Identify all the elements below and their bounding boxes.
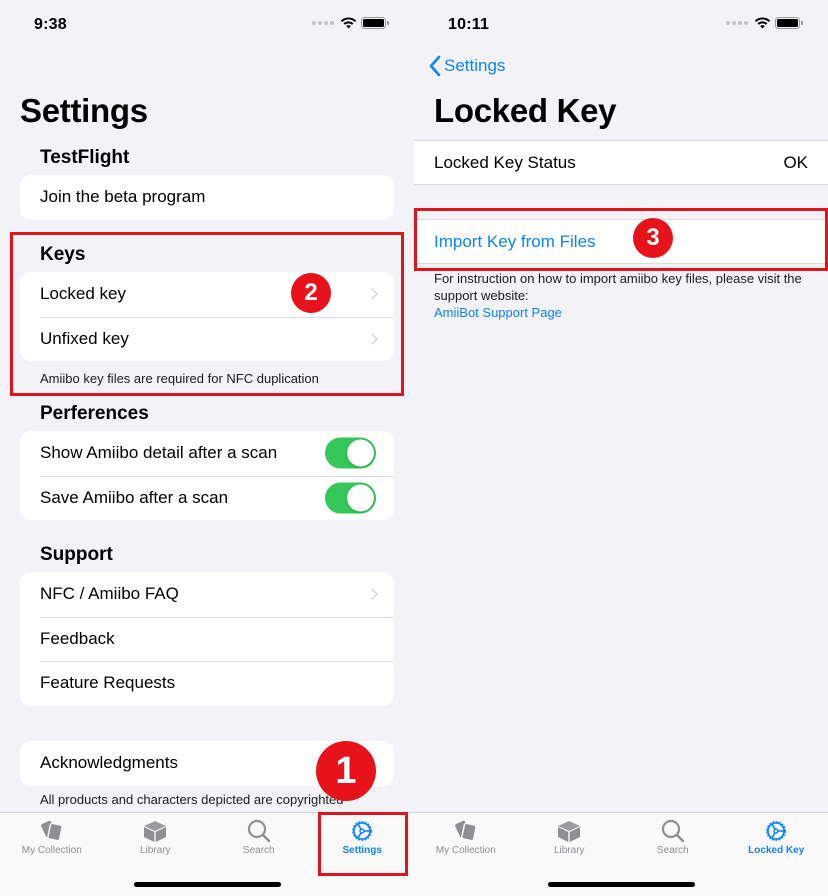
tab-label: Search bbox=[242, 845, 275, 856]
signal-dots-icon bbox=[312, 21, 334, 25]
row-label: Acknowledgments bbox=[40, 753, 178, 773]
footer-text: For instruction on how to import amiibo … bbox=[434, 271, 802, 303]
status-bar: 9:38 bbox=[0, 0, 414, 48]
save-amiibo-toggle[interactable] bbox=[325, 482, 376, 514]
section-header-testflight: TestFlight bbox=[40, 147, 130, 168]
cards-icon bbox=[454, 820, 477, 842]
preferences-group: Show Amiibo detail after a scan Save Ami… bbox=[20, 431, 394, 520]
support-group: NFC / Amiibo FAQ Feedback Feature Reques… bbox=[20, 572, 394, 706]
status-list: Locked Key Status OK bbox=[414, 140, 828, 185]
row-label: Feature Requests bbox=[40, 673, 176, 693]
save-amiibo-row: Save Amiibo after a scan bbox=[20, 475, 394, 521]
annotation-box-settings-tab bbox=[318, 812, 408, 876]
home-indicator bbox=[548, 882, 695, 887]
tab-label: Library bbox=[139, 845, 171, 856]
settings-screen: 9:38 Settings TestFlight Join the beta p… bbox=[0, 0, 414, 896]
wifi-icon bbox=[754, 17, 771, 29]
section-header-support: Support bbox=[40, 544, 113, 565]
feature-requests-row[interactable]: Feature Requests bbox=[20, 661, 394, 706]
import-footer: For instruction on how to import amiibo … bbox=[434, 270, 814, 321]
back-label: Settings bbox=[444, 56, 506, 75]
tab-my-collection[interactable]: My Collection bbox=[0, 813, 104, 863]
show-detail-toggle[interactable] bbox=[325, 437, 376, 469]
show-detail-row: Show Amiibo detail after a scan bbox=[20, 431, 394, 476]
tab-library[interactable]: Library bbox=[104, 813, 208, 863]
row-label: Show Amiibo detail after a scan bbox=[40, 443, 278, 463]
tab-label: Search bbox=[656, 845, 689, 856]
tab-search[interactable]: Search bbox=[621, 813, 725, 863]
search-icon bbox=[661, 819, 684, 843]
section-header-preferences: Perferences bbox=[40, 403, 149, 424]
tab-label: My Collection bbox=[21, 845, 82, 856]
tab-label: My Collection bbox=[435, 845, 496, 856]
tab-library[interactable]: Library bbox=[518, 813, 622, 863]
signal-dots-icon bbox=[726, 21, 748, 25]
faq-row[interactable]: NFC / Amiibo FAQ bbox=[20, 572, 394, 617]
box-icon bbox=[144, 821, 167, 842]
battery-icon bbox=[775, 17, 803, 29]
tab-my-collection[interactable]: My Collection bbox=[414, 813, 518, 863]
box-icon bbox=[558, 821, 581, 842]
gear-icon bbox=[766, 821, 787, 841]
row-label: Join the beta program bbox=[40, 187, 206, 207]
page-title: Settings bbox=[20, 92, 148, 129]
testflight-group: Join the beta program bbox=[20, 175, 394, 220]
status-time: 10:11 bbox=[448, 16, 490, 33]
locked-key-status-row: Locked Key Status OK bbox=[414, 141, 828, 184]
annotation-box-keys bbox=[10, 232, 404, 396]
annotation-badge-3: 3 bbox=[633, 218, 673, 258]
chevron-left-icon bbox=[429, 55, 441, 77]
tab-label: Library bbox=[553, 845, 585, 856]
annotation-badge-2: 2 bbox=[291, 273, 331, 313]
row-label: Save Amiibo after a scan bbox=[40, 487, 229, 507]
page-title: Locked Key bbox=[434, 92, 617, 129]
locked-key-screen: 10:11 Settings Locked Key Locked Key Sta… bbox=[414, 0, 828, 896]
home-indicator bbox=[134, 882, 281, 887]
copyright-footer: All products and characters depicted are… bbox=[40, 792, 344, 807]
row-label: Feedback bbox=[40, 628, 115, 648]
annotation-badge-1: 1 bbox=[316, 741, 376, 801]
status-time: 9:38 bbox=[34, 16, 67, 33]
status-value: OK bbox=[783, 152, 808, 172]
search-icon bbox=[247, 819, 270, 843]
row-label: NFC / Amiibo FAQ bbox=[40, 584, 179, 604]
tab-search[interactable]: Search bbox=[207, 813, 311, 863]
wifi-icon bbox=[340, 17, 357, 29]
tab-locked-key[interactable]: Locked Key bbox=[725, 813, 828, 863]
chevron-right-icon bbox=[366, 588, 378, 600]
support-page-link[interactable]: AmiiBot Support Page bbox=[434, 304, 814, 321]
cards-icon bbox=[40, 820, 63, 842]
feedback-row[interactable]: Feedback bbox=[20, 616, 394, 662]
join-beta-row[interactable]: Join the beta program bbox=[20, 175, 394, 220]
status-bar: 10:11 bbox=[414, 0, 828, 48]
battery-icon bbox=[361, 17, 389, 29]
back-button[interactable]: Settings bbox=[428, 55, 505, 77]
tab-label: Locked Key bbox=[748, 845, 805, 856]
annotation-box-import bbox=[414, 208, 828, 271]
row-label: Locked Key Status bbox=[434, 152, 576, 172]
